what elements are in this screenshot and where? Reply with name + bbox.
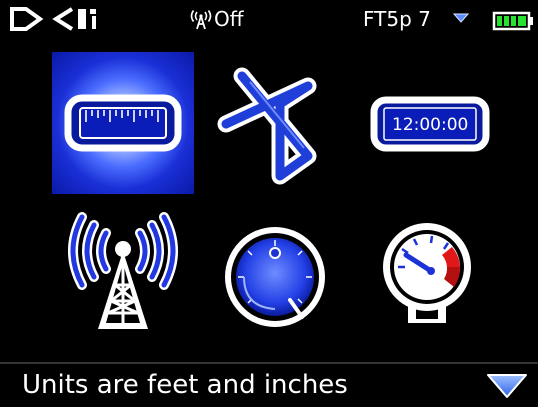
locator-screen: Off FT5p 7 12:00:00 Units are feet and i… [0,0,538,407]
channel-label[interactable]: FT5p 7 [363,7,431,31]
ruler-icon [64,94,182,152]
antenna-signal-icon [190,10,212,30]
radio-status: Off [214,7,244,31]
pressure-gauge-icon [383,223,471,323]
clock-display-text: 12:00:00 [392,115,469,135]
status-message: Units are feet and inches [22,370,348,400]
battery-full-icon [492,11,533,31]
bluetooth-menu-item[interactable] [204,52,346,194]
pitch-dial-icon [225,227,325,327]
pressure-menu-item[interactable] [356,205,498,347]
dci-logo [10,7,96,31]
triangle-down-icon[interactable] [486,373,528,399]
units-menu-item[interactable] [52,52,194,194]
bottom-status-bar: Units are feet and inches [0,362,538,407]
status-bar: Off FT5p 7 [0,0,538,38]
time-menu-item[interactable]: 12:00:00 [356,52,498,194]
chevron-down-icon[interactable] [453,13,469,23]
pitch-menu-item[interactable] [204,205,346,347]
bluetooth-icon [217,67,317,185]
radio-tower-icon [68,212,178,329]
telemetry-menu-item[interactable] [52,205,194,347]
